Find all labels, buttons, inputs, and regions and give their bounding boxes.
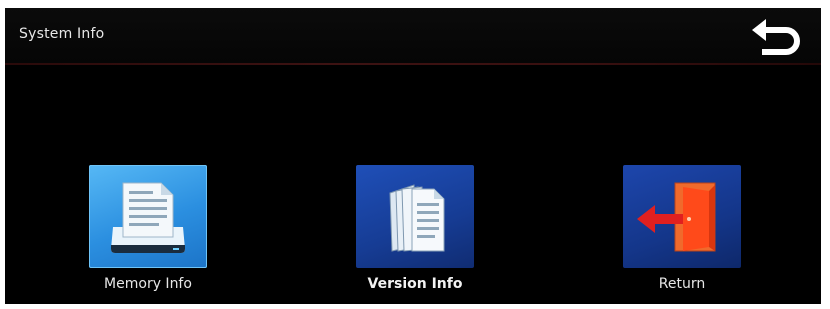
header-bar: System Info (5, 8, 821, 63)
back-arrow-icon (752, 19, 800, 55)
header-divider (5, 63, 821, 65)
version-info-label: Version Info (367, 276, 463, 292)
return-label: Return (658, 276, 706, 292)
return-button[interactable] (623, 165, 741, 268)
memory-info-label: Memory Info (104, 276, 192, 292)
version-info-button[interactable] (356, 165, 474, 268)
system-info-screen: System Info Memory Info Version Info Ret… (5, 8, 821, 304)
version-documents-icon (389, 184, 445, 252)
page-title: System Info (19, 26, 105, 42)
back-button[interactable] (748, 18, 806, 56)
memory-info-button[interactable] (89, 165, 207, 268)
exit-door-icon (637, 182, 716, 252)
memory-document-icon (111, 182, 185, 253)
